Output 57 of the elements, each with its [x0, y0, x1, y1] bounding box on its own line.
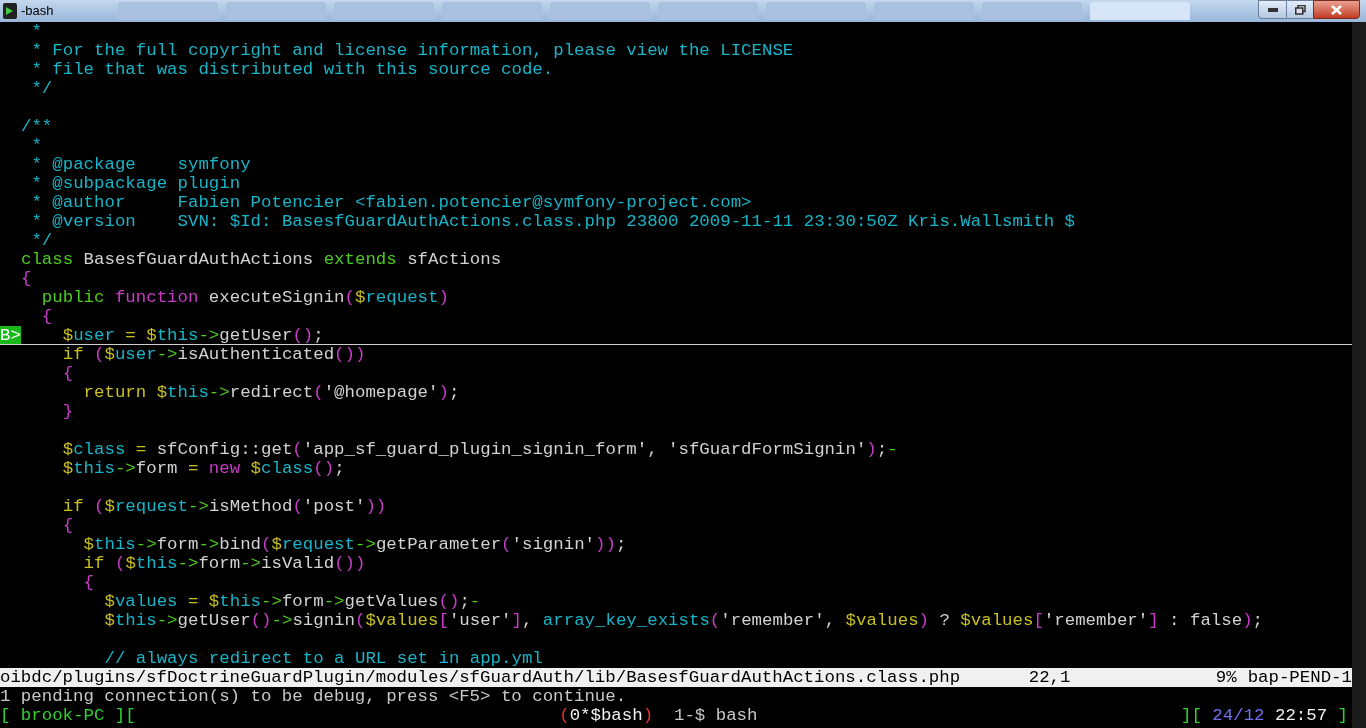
code-line: return $this->redirect('@homepage');: [82, 383, 460, 402]
code-line: * @package symfony: [30, 155, 251, 174]
code-line: {: [21, 269, 32, 288]
cursor-position: 22,1: [1028, 668, 1072, 687]
message-line: 1 pending connection(s) to be debug, press <F5> to continue.: [0, 687, 628, 706]
blurred-tab[interactable]: [982, 2, 1082, 20]
code-line: *: [30, 22, 42, 41]
code-line: * @subpackage plugin: [30, 174, 241, 193]
code-line: * file that was distributed with this source code.: [30, 60, 554, 79]
blurred-tab[interactable]: [766, 2, 866, 20]
code-line: $this->getUser()->signin($values['user'], array_key_exists('remember', $values) ? $values['remember'] : false);: [103, 611, 1264, 630]
restore-icon: [1294, 4, 1306, 15]
code-line: // always redirect to a URL set in app.yml: [103, 649, 543, 668]
code-line: *: [30, 136, 42, 155]
code-line: class BasesfGuardAuthActions extends sfActions: [21, 250, 502, 269]
blurred-tab[interactable]: [334, 2, 434, 20]
maximize-button[interactable]: [1287, 0, 1313, 19]
code-line: public function executeSignin($request): [40, 288, 449, 307]
blurred-tab[interactable]: [118, 2, 218, 20]
code-line: {: [61, 516, 74, 535]
code-line: if ($request->isMethod('post')): [61, 497, 387, 516]
code-line: {: [82, 573, 95, 592]
code-line: */: [30, 231, 53, 250]
code-line: $values = $this->form->getValues();-: [103, 592, 481, 611]
code-line: $this->form->bind($request->getParameter('signin'));: [82, 535, 627, 554]
code-line: */: [30, 79, 53, 98]
code-line: if ($user->isAuthenticated()): [61, 345, 366, 364]
blurred-tab[interactable]: [1090, 2, 1190, 20]
blurred-tab[interactable]: [658, 2, 758, 20]
blurred-tab[interactable]: [226, 2, 326, 20]
code-line: * @author Fabien Potencier <fabien.potencier@symfony-project.com>: [30, 193, 752, 212]
minimize-icon: [1267, 7, 1278, 12]
code-line: if ($this->form->isValid()): [82, 554, 366, 573]
file-path: oibdc/plugins/sfDoctrineGuardPlugin/modules/sfGuardAuth/lib/BasesfGuardAuthActions.class.php: [0, 668, 961, 687]
minimize-button[interactable]: [1258, 0, 1287, 19]
code-line: {: [40, 307, 53, 326]
code-line: * For the full copyright and license information, please view the LICENSE: [30, 41, 794, 60]
code-line: {: [61, 364, 74, 383]
scroll-percent: 9%: [1215, 668, 1237, 687]
mode-indicator: bap-PEND-1: [1247, 668, 1352, 687]
host-label: [ brook-PC ][: [0, 706, 136, 725]
blurred-tab[interactable]: [550, 2, 650, 20]
blurred-tab[interactable]: [874, 2, 974, 20]
terminal-icon: [3, 3, 17, 19]
code-line: $class = sfConfig::get('app_sf_guard_plugin_signin_form', 'sfGuardFormSignin');-: [61, 440, 898, 459]
code-line: * @version SVN: $Id: BasesfGuardAuthActions.class.php 23800 2009-11-11 23:30:50Z Kris.Wallsmith $: [30, 212, 1076, 231]
date-time: ][ 24/12 22:57 ]: [1181, 706, 1348, 725]
close-icon: [1331, 4, 1342, 15]
close-button[interactable]: [1313, 0, 1360, 19]
code-line: $user = $this->getUser();: [61, 326, 324, 344]
code-line: $this->form = new $class();: [61, 459, 345, 478]
code-line: }: [61, 402, 74, 421]
window-list[interactable]: (0*$bash) 1-$ bash: [559, 706, 758, 725]
blurred-tab[interactable]: [442, 2, 542, 20]
code-line: /**: [21, 117, 53, 136]
window-title: -bash: [21, 2, 54, 21]
breakpoint-sign: B>: [0, 326, 21, 344]
